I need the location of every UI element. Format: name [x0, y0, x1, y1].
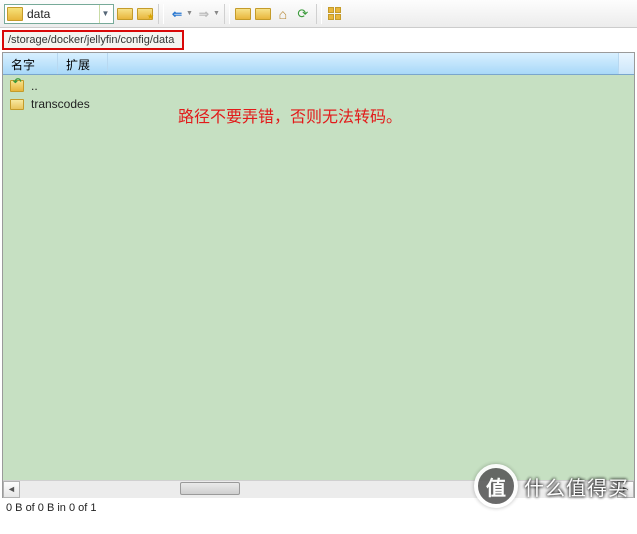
file-panel: 名字 扩展 .. transcodes 路径不要弄错，否则无法转码。 ◄ ►: [2, 52, 635, 498]
open-folder-button[interactable]: [116, 5, 134, 23]
col-end: [618, 53, 634, 74]
chevron-down-icon[interactable]: ▼: [213, 10, 220, 17]
folder-icon: [7, 7, 23, 21]
scroll-track[interactable]: [20, 481, 617, 498]
status-text: 0 B of 0 B in 0 of 1: [6, 502, 97, 514]
folder2-button[interactable]: [254, 5, 272, 23]
parent-folder-icon: [9, 79, 25, 93]
toolbar: data ▼ ⇐ ▼ ⇒ ▼ ⌂ ⟳: [0, 0, 637, 28]
tree-icon: [328, 7, 342, 21]
tree-view-button[interactable]: [326, 5, 344, 23]
col-ext[interactable]: 扩展: [58, 53, 108, 74]
back-button[interactable]: ⇐: [168, 5, 186, 23]
col-name[interactable]: 名字: [3, 53, 58, 74]
list-item[interactable]: transcodes: [9, 95, 628, 113]
current-folder-label: data: [27, 7, 99, 21]
scroll-right-button[interactable]: ►: [617, 481, 634, 498]
status-bar: 0 B of 0 B in 0 of 1: [0, 500, 637, 518]
separator: [224, 4, 230, 24]
bookmark-folder-button[interactable]: [136, 5, 154, 23]
separator: [316, 4, 322, 24]
list-item-parent[interactable]: ..: [9, 77, 628, 95]
item-label: ..: [31, 79, 38, 93]
folder-icon: [9, 97, 25, 111]
separator: [158, 4, 164, 24]
scroll-thumb[interactable]: [180, 482, 240, 495]
col-spacer[interactable]: [108, 53, 618, 74]
path-bar[interactable]: /storage/docker/jellyfin/config/data: [2, 30, 184, 50]
path-text: /storage/docker/jellyfin/config/data: [8, 34, 174, 46]
file-listing[interactable]: .. transcodes: [3, 75, 634, 480]
current-folder-dropdown[interactable]: data ▼: [4, 4, 114, 24]
refresh-button[interactable]: ⟳: [294, 5, 312, 23]
column-headers: 名字 扩展: [3, 53, 634, 75]
scroll-left-button[interactable]: ◄: [3, 481, 20, 498]
chevron-down-icon: ▼: [99, 5, 111, 23]
home-button[interactable]: ⌂: [274, 5, 292, 23]
item-label: transcodes: [31, 97, 90, 111]
forward-button: ⇒: [195, 5, 213, 23]
folder1-button[interactable]: [234, 5, 252, 23]
horizontal-scrollbar[interactable]: ◄ ►: [3, 480, 634, 497]
chevron-down-icon[interactable]: ▼: [186, 10, 193, 17]
